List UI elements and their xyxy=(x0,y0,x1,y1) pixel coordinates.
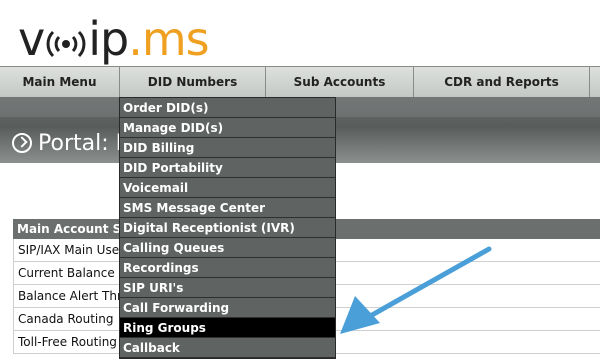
main-nav-bar: Main Menu DID Numbers Sub Accounts CDR a… xyxy=(0,66,600,98)
did-numbers-dropdown: Order DID(s) Manage DID(s) DID Billing D… xyxy=(119,97,336,359)
menu-item-sip-uris[interactable]: SIP URI's xyxy=(120,278,335,298)
logo-text-ms: ms xyxy=(141,12,210,66)
logo-text-dot: . xyxy=(128,12,143,66)
nav-sub-accounts[interactable]: Sub Accounts xyxy=(266,67,414,97)
menu-item-did-billing[interactable]: DID Billing xyxy=(120,138,335,158)
menu-item-sms-message-center[interactable]: SMS Message Center xyxy=(120,198,335,218)
signal-waves-icon xyxy=(45,20,87,62)
menu-item-call-forwarding[interactable]: Call Forwarding xyxy=(120,298,335,318)
menu-item-calling-queues[interactable]: Calling Queues xyxy=(120,238,335,258)
menu-item-recordings[interactable]: Recordings xyxy=(120,258,335,278)
nav-cdr-reports[interactable]: CDR and Reports xyxy=(414,67,590,97)
nav-main-menu[interactable]: Main Menu xyxy=(0,67,120,97)
menu-item-callback[interactable]: Callback xyxy=(120,338,335,358)
menu-item-did-portability[interactable]: DID Portability xyxy=(120,158,335,178)
menu-item-manage-dids[interactable]: Manage DID(s) xyxy=(120,118,335,138)
menu-item-ring-groups[interactable]: Ring Groups xyxy=(120,318,335,338)
menu-item-digital-receptionist[interactable]: Digital Receptionist (IVR) xyxy=(120,218,335,238)
menu-item-order-dids[interactable]: Order DID(s) xyxy=(120,98,335,118)
logo-text-v: v xyxy=(18,12,45,66)
menu-item-voicemail[interactable]: Voicemail xyxy=(120,178,335,198)
circle-arrow-icon xyxy=(12,133,32,153)
logo-text-ip: ip xyxy=(88,12,129,66)
voipms-logo[interactable]: v ip . ms xyxy=(18,10,210,66)
nav-more[interactable] xyxy=(590,67,600,97)
nav-did-numbers[interactable]: DID Numbers xyxy=(120,67,266,97)
page-title: Portal: H xyxy=(12,131,132,157)
